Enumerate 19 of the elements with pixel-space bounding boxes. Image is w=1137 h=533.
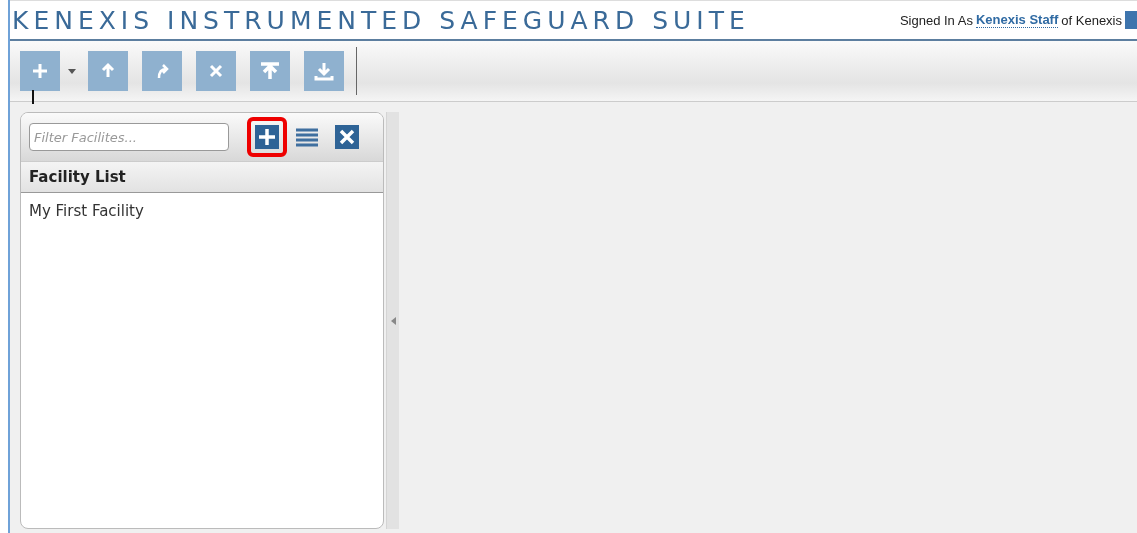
collapse-arrow-icon [390,316,396,325]
close-icon [335,125,359,149]
plus-button[interactable] [20,51,60,91]
signed-in-label: Signed In As [899,12,973,28]
download-button[interactable] [304,51,344,91]
filter-field[interactable]: Filter Facilites... [29,123,229,151]
upload-button[interactable] [88,51,128,91]
leader-line [32,90,34,104]
splitter[interactable] [386,112,399,529]
user-link[interactable]: Kenexis Staff [975,12,1059,28]
list-header: Facility List [21,161,383,193]
caret-icon[interactable] [68,68,76,74]
organization-label: of Kenexis [1061,12,1122,28]
plus-icon [255,125,279,149]
upload-button[interactable] [250,51,290,91]
curved-arrow-button[interactable] [142,51,182,91]
add-button[interactable] [247,117,287,157]
facility-item[interactable]: My First Facility [21,193,383,229]
app-title: KENEXIS INSTRUMENTED SAFEGUARD SUITE [12,5,750,35]
